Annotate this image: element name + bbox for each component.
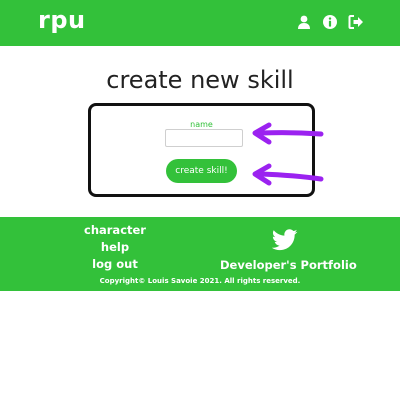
copyright-text: Copyright© Louis Savoie 2021. All rights… — [99, 277, 301, 285]
info-icon[interactable] — [322, 14, 338, 30]
page-title: create new skill — [106, 66, 294, 94]
user-icon[interactable] — [296, 14, 312, 30]
logout-icon[interactable] — [348, 14, 364, 30]
create-skill-button[interactable]: create skill! — [166, 159, 237, 183]
twitter-icon[interactable] — [272, 229, 298, 251]
footer-link-log-out[interactable]: log out — [70, 257, 160, 271]
footer-link-character[interactable]: character — [70, 223, 160, 237]
footer-link-help[interactable]: help — [70, 240, 160, 254]
annotation-arrow-icon — [247, 121, 325, 147]
annotation-arrow-icon — [247, 162, 325, 188]
developer-portfolio-link[interactable]: Developer's Portfolio — [220, 258, 357, 272]
top-navbar: rpu — [0, 0, 400, 46]
name-input[interactable] — [165, 129, 243, 147]
footer: character help log out Developer's Portf… — [0, 217, 400, 291]
page: rpu create new skill name create skill! … — [0, 0, 400, 400]
logo[interactable]: rpu — [38, 6, 86, 34]
